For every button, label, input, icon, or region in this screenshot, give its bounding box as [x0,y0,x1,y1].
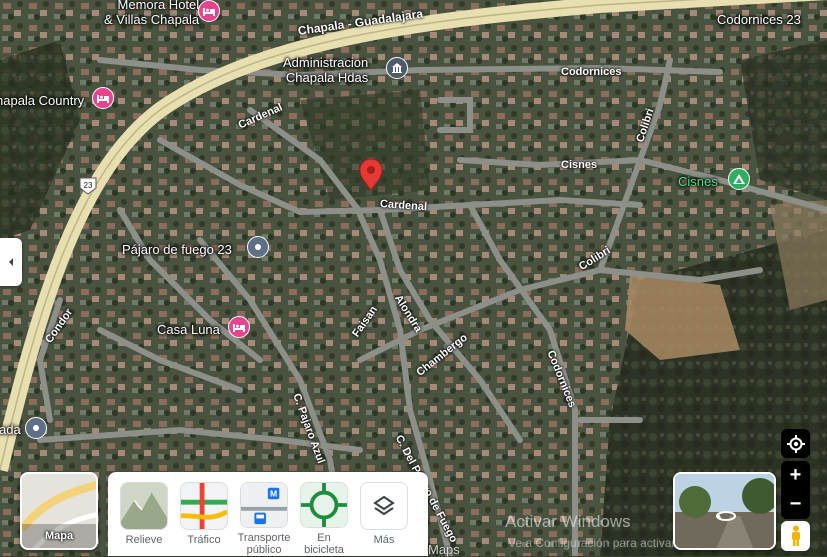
place-label-line2: & Villas Chapala [104,12,200,27]
layer-option-trafico[interactable]: Tráfico [180,482,228,556]
zoom-in-button[interactable]: + [781,461,810,490]
layer-option-mas[interactable]: Más [360,482,408,556]
place-label-administracion[interactable]: Administracion Chapala Hdas [283,55,368,85]
layer-option-label: Transporte público [237,532,291,556]
hotel-icon[interactable] [198,0,220,22]
place-label-pajaro-de-fuego-23[interactable]: Pájaro de fuego 23 [122,242,232,257]
place-label-chapala-country[interactable]: hapala Country [0,93,84,108]
bicycle-icon [300,482,348,528]
pegman-button[interactable] [781,521,810,551]
street-label-cisnes: Cisnes [561,159,598,171]
collapse-panel-button[interactable] [0,238,22,286]
street-label-codornices: Codornices [561,66,622,78]
place-label-memora-hotel[interactable]: Memora Hotel & Villas Chapala [104,0,199,27]
terrain-icon [120,482,168,530]
layer-options-panel: Relieve Tráfico M Transporte público En … [108,472,428,556]
layers-icon [360,482,408,530]
pin-icon[interactable] [25,417,47,439]
place-label-codornices-23[interactable]: Codornices 23 [717,12,801,27]
zoom-controls: + − [781,461,810,519]
traffic-icon [180,482,228,530]
layer-switcher-label: Mapa [44,530,74,542]
transit-icon: M [240,482,288,528]
place-label-line2: Chapala Hdas [285,70,369,85]
pin-icon[interactable] [247,236,269,258]
building-icon[interactable] [386,57,408,79]
layer-option-label: Relieve [125,534,163,546]
layer-option-transporte[interactable]: M Transporte público [237,482,291,556]
park-icon[interactable] [728,168,750,190]
place-label-ada[interactable]: ada [0,422,21,437]
street-view-preview [675,474,774,548]
layer-option-relieve[interactable]: Relieve [120,482,168,556]
layer-option-label: Tráfico [187,534,221,546]
svg-text:23: 23 [84,181,93,190]
zoom-out-button[interactable]: − [781,490,810,519]
pegman-icon [791,525,800,546]
hotel-icon[interactable] [92,87,114,109]
svg-text:M: M [270,488,277,498]
layer-option-label: Más [373,534,395,546]
my-location-button[interactable] [781,429,810,458]
street-view-thumbnail[interactable] [673,472,776,550]
place-label-line1: Memora Hotel [117,0,200,12]
place-label-cisnes[interactable]: Cisnes [678,174,718,189]
windows-watermark: Activar Windows [505,512,631,531]
chevron-left-icon [9,258,13,266]
maps-attribution: Maps [428,542,460,557]
place-label-line1: Administracion [283,55,369,70]
hotel-icon[interactable] [228,316,250,338]
layer-switcher-button[interactable]: Mapa [20,472,98,550]
crosshair-icon [786,434,805,453]
layer-option-label: En bicicleta [304,532,344,556]
place-label-casa-luna[interactable]: Casa Luna [157,322,220,337]
layer-option-bicicleta[interactable]: En bicicleta [300,482,348,556]
